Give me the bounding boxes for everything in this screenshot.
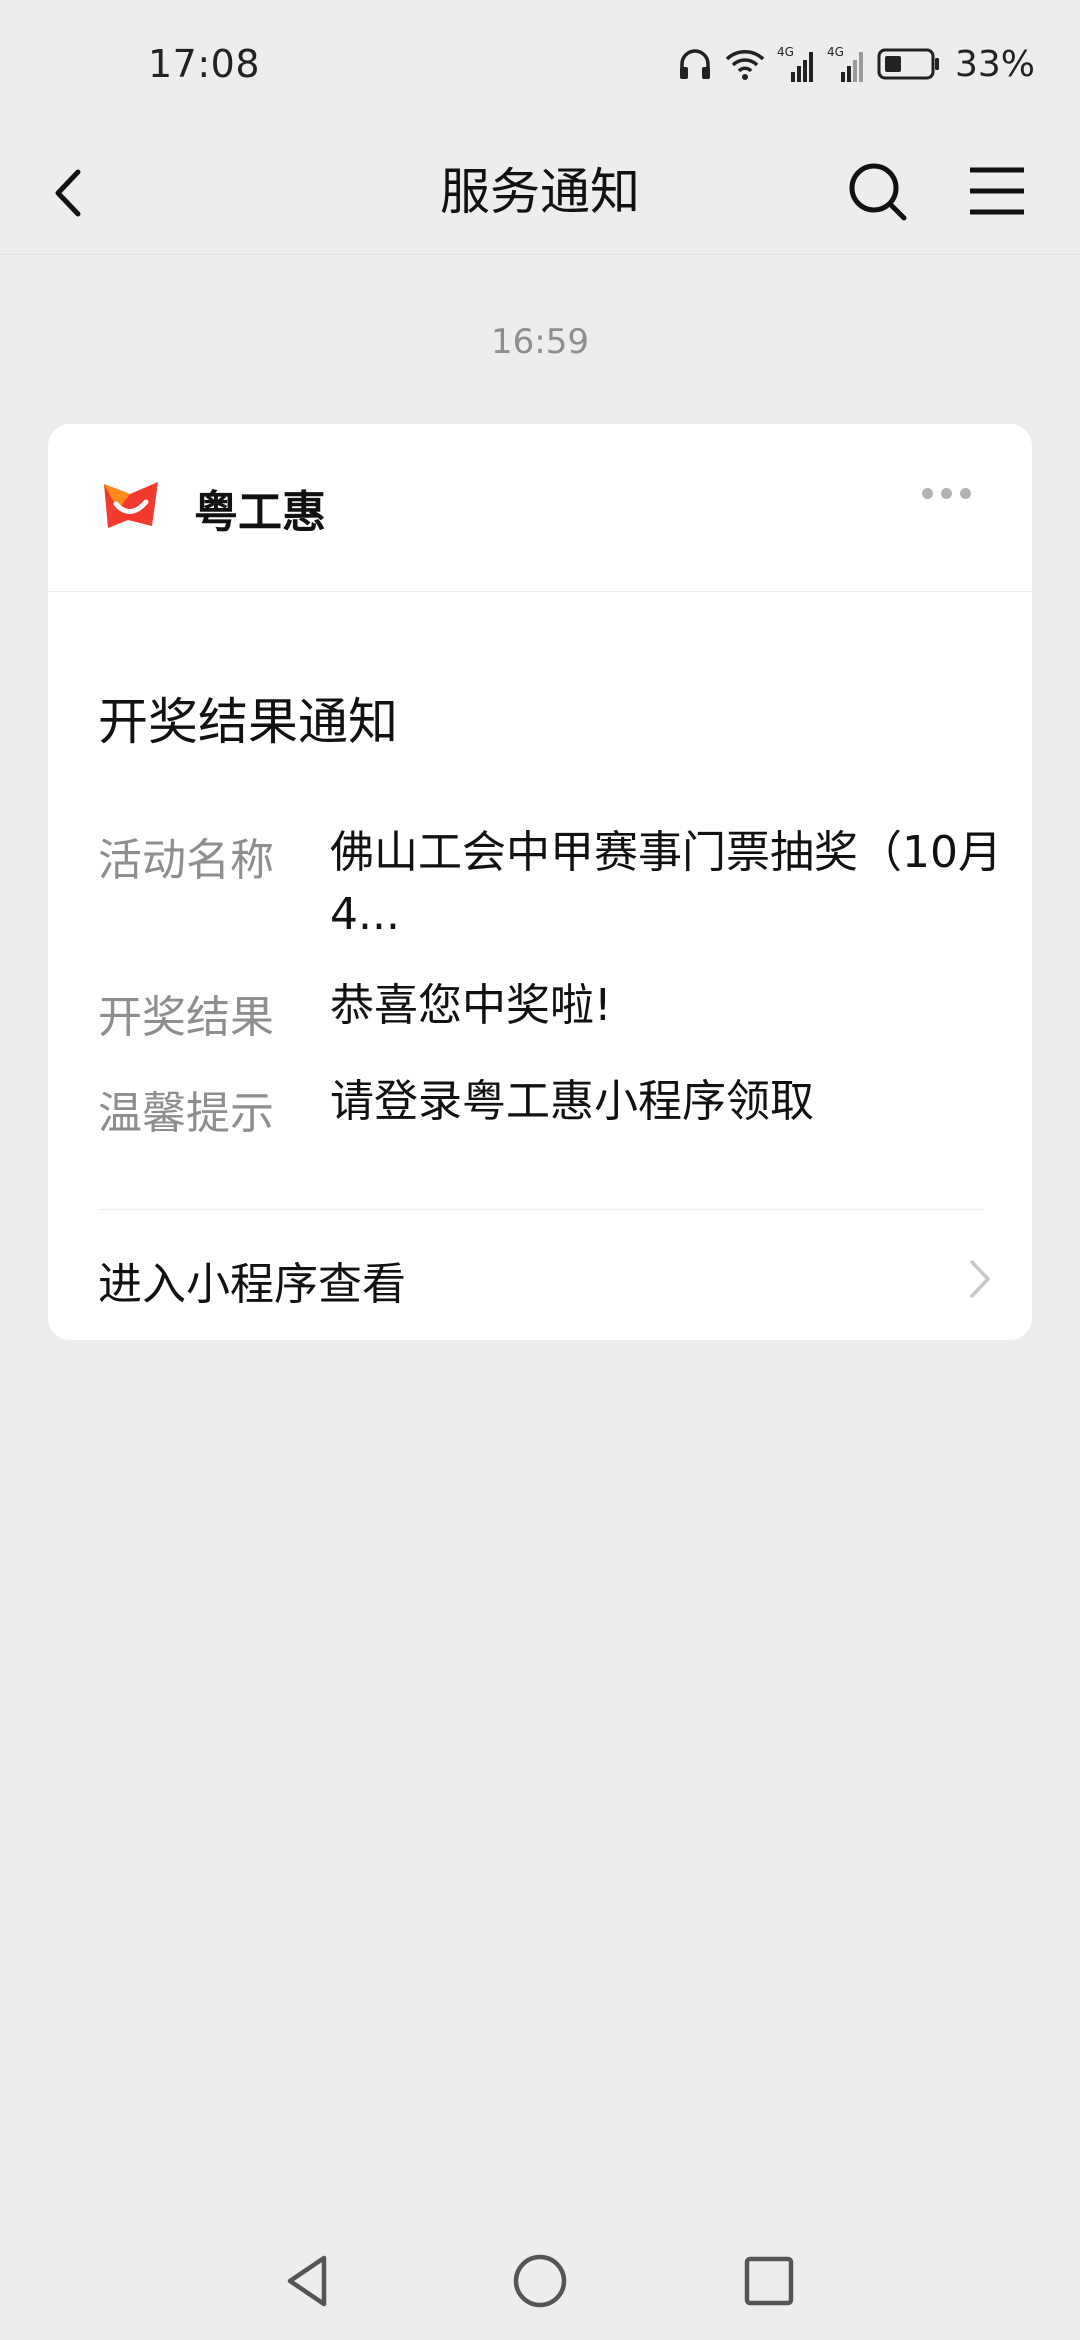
status-bar: 17:08 4G 4G 33% <box>0 0 1080 130</box>
page-title: 服务通知 <box>440 163 640 221</box>
message-timestamp: 16:59 <box>491 322 589 362</box>
yuegonghui-logo[interactable] <box>102 480 160 530</box>
back-arrow-icon[interactable] <box>40 158 110 228</box>
nav-bar: 服务通知 <box>0 130 1080 255</box>
more-options-icon[interactable] <box>922 484 982 514</box>
status-time: 17:08 <box>148 42 261 86</box>
network-label-2: 4G <box>827 45 844 59</box>
system-nav-bar <box>0 2220 1080 2340</box>
headphones-icon <box>679 49 710 79</box>
cellular-signal-icon: 4G <box>827 45 863 82</box>
home-circle-icon[interactable] <box>509 2250 571 2312</box>
wifi-icon <box>725 50 765 80</box>
field-value-tip: 请登录粤工惠小程序领取 <box>330 1076 814 1127</box>
back-triangle-icon[interactable] <box>278 2250 340 2312</box>
field-label-tip: 温馨提示 <box>98 1088 274 1139</box>
card-header[interactable]: 粤工惠 <box>48 424 1032 592</box>
menu-icon[interactable] <box>962 156 1032 226</box>
status-icons: 4G 4G 33% <box>677 43 1035 85</box>
app-name[interactable]: 粤工惠 <box>194 476 326 540</box>
field-value-activity: 佛山工会中甲赛事门票抽奖（10月4... <box>330 827 1002 940</box>
search-icon[interactable] <box>842 156 912 226</box>
battery-percent: 33% <box>954 43 1035 85</box>
open-mini-program-button[interactable]: 进入小程序查看 <box>48 1210 1032 1340</box>
notification-card[interactable]: 粤工惠 开奖结果通知 活动名称 佛山工会中甲赛事门票抽奖（10月4... 开奖结… <box>48 424 1032 1340</box>
chevron-right-icon <box>970 1260 990 1298</box>
recents-square-icon[interactable] <box>738 2250 800 2312</box>
card-title: 开奖结果通知 <box>98 693 398 751</box>
field-label-result: 开奖结果 <box>98 992 274 1043</box>
cellular-signal-icon: 4G <box>777 45 813 82</box>
field-value-result: 恭喜您中奖啦! <box>330 980 612 1031</box>
open-mini-program-label: 进入小程序查看 <box>98 1259 406 1310</box>
field-label-activity: 活动名称 <box>98 835 274 886</box>
network-label-1: 4G <box>777 45 794 59</box>
battery-icon <box>877 48 939 80</box>
